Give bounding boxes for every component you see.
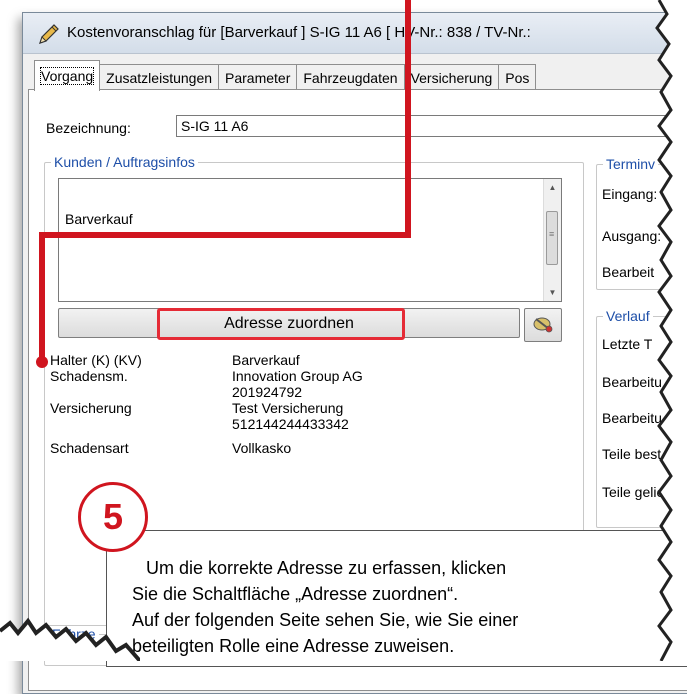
bezeichnung-input[interactable] <box>176 115 687 137</box>
grip-icon: ≡ <box>549 229 555 239</box>
title-bar: Kostenvoranschlag für [Barverkauf ] S-IG… <box>23 13 687 54</box>
tab-pos[interactable]: Pos <box>498 64 537 91</box>
step-number-badge: 5 <box>78 482 148 552</box>
connector-line <box>405 0 411 236</box>
instruction-line: Sie die Schaltfläche „Adresse zuordnen“. <box>132 584 459 604</box>
tab-fahrzeugdaten[interactable]: Fahrzeugdaten <box>296 64 405 91</box>
connector-line <box>39 232 45 360</box>
pencil-icon <box>39 24 59 44</box>
instruction-text: Um die korrekte Adresse zu erfassen, kli… <box>132 555 518 659</box>
scroll-thumb[interactable]: ≡ <box>546 211 558 265</box>
memo-text: Barverkauf <box>65 211 133 227</box>
scroll-down-icon[interactable]: ▼ <box>544 284 561 301</box>
tab-vorgang[interactable]: Vorgang <box>34 60 101 91</box>
instruction-line: beteiligten Rolle eine Adresse zuweisen. <box>132 636 455 656</box>
connector-dot <box>36 356 48 368</box>
memo-scrollbar[interactable]: ▲ ≡ ▼ <box>543 179 561 301</box>
tab-versicherung[interactable]: Versicherung <box>403 64 500 91</box>
torn-edge-bottom <box>0 617 140 661</box>
tab-zusatzleistungen[interactable]: Zusatzleistungen <box>99 64 220 91</box>
torn-edge-right <box>655 0 687 661</box>
adresse-zuordnen-button[interactable]: Adresse zuordnen <box>58 308 520 338</box>
instruction-line: Um die korrekte Adresse zu erfassen, kli… <box>146 558 507 578</box>
connector-line <box>39 232 411 238</box>
address-lookup-button[interactable] <box>524 308 562 342</box>
auftragsinfo-memo[interactable]: Barverkauf ▲ ≡ ▼ <box>58 178 562 302</box>
bezeichnung-label: Bezeichnung: <box>46 120 131 136</box>
tab-strip: Vorgang Zusatzleistungen Parameter Fahrzeug… <box>34 60 537 91</box>
window-title: Kostenvoranschlag für [Barverkauf ] S-IG… <box>67 24 531 41</box>
instruction-line: Auf der folgenden Seite sehen Sie, wie S… <box>132 610 519 630</box>
scroll-up-icon[interactable]: ▲ <box>544 179 561 196</box>
tab-parameter[interactable]: Parameter <box>218 64 298 91</box>
kunden-group-title: Kunden / Auftragsinfos <box>51 154 198 170</box>
address-book-icon <box>533 317 553 333</box>
